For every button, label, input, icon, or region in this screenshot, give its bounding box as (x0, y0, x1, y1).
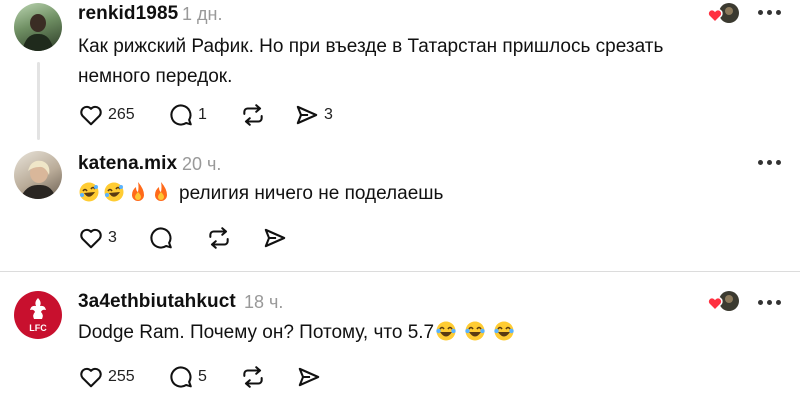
share-button[interactable]: 3 (294, 100, 333, 130)
comment-bubble-icon (170, 366, 192, 388)
more-options-button[interactable] (758, 9, 784, 17)
repost-arrows-icon (243, 104, 263, 126)
heart-badge-icon (707, 291, 739, 312)
laughing-tears-emoji-icon (435, 320, 457, 352)
share-count: 3 (324, 106, 333, 123)
like-count: 265 (108, 106, 135, 123)
author-name[interactable]: 3a4ethbiutahkuct (78, 291, 236, 313)
laughing-tears-emoji-icon (493, 320, 515, 352)
send-paper-plane-icon (264, 228, 286, 248)
reply-count: 5 (198, 368, 207, 385)
post-1: renkid1985 1 дн. Как рижский Рафик. Но п… (0, 0, 800, 150)
post-3: LFC 3a4ethbiutahkuct 18 ч. Dodge Ram. По… (0, 288, 800, 420)
like-button[interactable]: 255 (78, 362, 135, 392)
repost-button[interactable] (206, 223, 232, 253)
timestamp: 18 ч. (244, 292, 284, 312)
repost-button[interactable] (240, 100, 266, 130)
action-bar: 255 5 (78, 362, 478, 392)
rofl-emoji-icon (103, 181, 125, 213)
avatar-text: LFC (29, 323, 47, 333)
reply-button[interactable]: 5 (168, 362, 207, 392)
reply-button[interactable]: 1 (168, 100, 207, 130)
post-2: katena.mix 20 ч. религия ничего не подел… (0, 150, 800, 268)
post-divider (0, 271, 800, 272)
avatar-photo-icon (22, 14, 54, 51)
author-name[interactable]: katena.mix (78, 153, 177, 175)
avatar-photo-icon (20, 160, 56, 199)
like-count: 3 (108, 229, 117, 246)
repost-arrows-icon (243, 366, 263, 388)
heart-badge-icon (707, 3, 739, 24)
fire-emoji-icon (128, 181, 148, 213)
lfc-crest-icon: LFC (29, 298, 47, 333)
post-text: Dodge Ram. Почему он? Потому, что 5.7 (78, 322, 435, 343)
post-text: Как рижский Рафик. Но при въезде в Татар… (78, 36, 664, 87)
author-name[interactable]: renkid1985 (78, 3, 178, 25)
post-text-line: Dodge Ram. Почему он? Потому, что 5.7 (78, 318, 710, 352)
share-button[interactable] (296, 362, 322, 392)
repost-arrows-icon (209, 227, 229, 249)
share-button[interactable] (262, 223, 288, 253)
rofl-emoji-icon (78, 181, 100, 213)
send-paper-plane-icon (296, 105, 318, 125)
reply-button[interactable] (148, 223, 174, 253)
post-text-line: религия ничего не поделаешь (78, 179, 710, 213)
liked-by-author-badge (706, 290, 740, 314)
comment-bubble-icon (170, 104, 192, 126)
action-bar: 3 (78, 223, 478, 253)
like-button[interactable]: 265 (78, 100, 135, 130)
avatar[interactable] (14, 151, 62, 199)
timestamp: 20 ч. (182, 154, 222, 174)
heart-outline-icon (80, 367, 102, 388)
send-paper-plane-icon (298, 367, 320, 387)
heart-outline-icon (80, 228, 102, 249)
action-bar: 265 1 3 (78, 100, 478, 130)
like-count: 255 (108, 368, 135, 385)
like-button[interactable]: 3 (78, 223, 117, 253)
fire-emoji-icon (151, 181, 171, 213)
thread-line (37, 62, 40, 140)
repost-button[interactable] (240, 362, 266, 392)
laughing-tears-emoji-icon (464, 320, 486, 352)
more-options-button[interactable] (758, 159, 784, 167)
avatar[interactable]: LFC (14, 291, 62, 339)
heart-outline-icon (80, 105, 102, 126)
comment-bubble-icon (150, 227, 172, 249)
timestamp: 1 дн. (182, 4, 223, 24)
post-text: религия ничего не поделаешь (179, 183, 444, 204)
avatar[interactable] (14, 3, 62, 51)
liked-by-author-badge (706, 2, 740, 26)
more-options-button[interactable] (758, 299, 784, 307)
reply-count: 1 (198, 106, 207, 123)
